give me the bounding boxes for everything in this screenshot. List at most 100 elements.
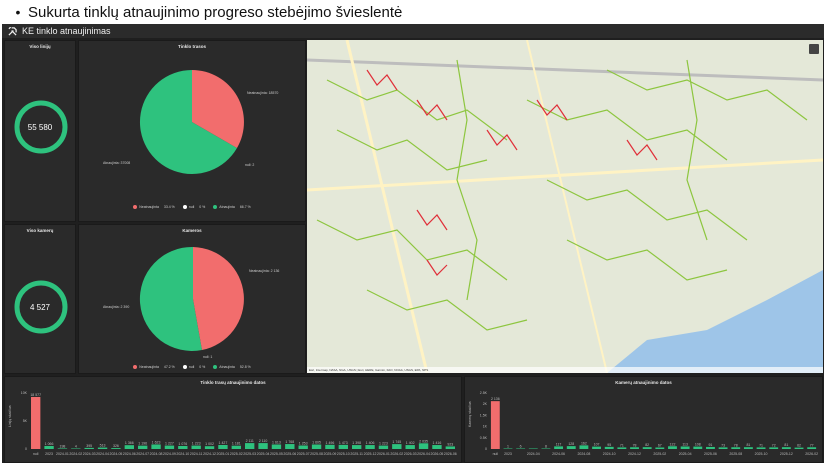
camera-bar[interactable]: [743, 447, 753, 449]
camera-value-label: 81: [746, 443, 750, 447]
tools-icon: [8, 26, 17, 36]
line-value-label: 1 605: [312, 441, 321, 445]
camera-bar[interactable]: [630, 447, 639, 449]
camera-value-label: 77: [810, 443, 814, 447]
camera-bar[interactable]: [566, 446, 576, 449]
camera-bar[interactable]: [807, 447, 817, 449]
legend-item[interactable]: Neatnaujinta 47.2 %: [133, 365, 175, 369]
line-value-label: 1 406: [366, 441, 375, 445]
line-bar[interactable]: [31, 396, 41, 449]
line-bar[interactable]: [191, 445, 201, 449]
line-bar[interactable]: [178, 445, 188, 449]
network-pie-title: Tinklo trasos: [178, 44, 206, 49]
camera-bar[interactable]: [617, 447, 627, 449]
camera-pie-chart: [139, 246, 244, 351]
line-bar[interactable]: [138, 445, 148, 449]
line-bar[interactable]: [271, 444, 282, 449]
line-bar[interactable]: [151, 444, 161, 449]
line-bar[interactable]: [338, 444, 348, 449]
legend-item[interactable]: null 0 %: [182, 205, 205, 209]
camera-value-label: 95: [607, 443, 611, 447]
camera-bar[interactable]: [490, 401, 500, 449]
camera-bar[interactable]: [592, 446, 601, 449]
line-category-label: 2025-09: [324, 452, 337, 456]
legend-item[interactable]: null 0 %: [182, 365, 205, 369]
line-category-label: 2025-07: [297, 452, 310, 456]
line-bar[interactable]: [285, 444, 295, 449]
camera-label-renewed: Atnaujinta: 2 390: [103, 305, 130, 309]
line-bar[interactable]: [218, 445, 228, 449]
line-bar[interactable]: [352, 445, 362, 449]
line-category-label: 2026-05: [431, 452, 444, 456]
map-canvas[interactable]: [307, 40, 823, 373]
camera-bar[interactable]: [541, 448, 551, 450]
camera-category-label: 2024-12: [628, 452, 641, 456]
line-bar[interactable]: [57, 448, 68, 449]
camera-bar[interactable]: [655, 447, 665, 449]
camera-bar[interactable]: [528, 448, 538, 450]
line-bar[interactable]: [111, 448, 121, 449]
line-bar[interactable]: [365, 445, 375, 449]
line-bar[interactable]: [298, 445, 308, 449]
line-bar[interactable]: [71, 448, 81, 450]
line-bar[interactable]: [245, 443, 255, 449]
line-bar[interactable]: [97, 447, 108, 449]
camera-bar[interactable]: [604, 446, 614, 449]
camera-pie-panel: Kameros Neatnaujinta: 2 136 Atnaujinta: …: [78, 224, 306, 374]
line-category-label: 2024-01: [56, 452, 69, 456]
line-value-label: 1 223: [192, 442, 201, 446]
legend-item[interactable]: Neatnaujinta 33.4 %: [133, 205, 175, 209]
camera-bar[interactable]: [554, 446, 564, 449]
camera-bar[interactable]: [731, 447, 741, 449]
line-value-label: 1 473: [339, 441, 348, 445]
camera-legend: Neatnaujinta 47.2 % null 0 % Atnaujinta …: [79, 365, 305, 369]
slide-title-text: Sukurta tinklų atnaujinimo progreso steb…: [28, 3, 403, 21]
line-value-label: 1 253: [299, 441, 308, 445]
line-bar[interactable]: [392, 444, 402, 449]
camera-bar[interactable]: [756, 447, 766, 449]
line-category-label: 2025-02: [230, 452, 243, 456]
camera-bar[interactable]: [516, 448, 526, 450]
camera-pie-title: Kameros: [182, 228, 202, 233]
line-bar[interactable]: [325, 444, 335, 449]
lines-total-title: Viso linijų: [29, 44, 51, 49]
line-value-label: 1 496: [326, 441, 335, 445]
camera-bar[interactable]: [668, 446, 677, 449]
line-value-label: 1 613: [272, 440, 281, 444]
camera-bar[interactable]: [579, 445, 589, 449]
camera-bar[interactable]: [769, 447, 779, 449]
line-bar[interactable]: [378, 445, 389, 449]
network-map[interactable]: Esri, Intermap, NASA, NGA, USGS | Esri, …: [307, 40, 823, 373]
camera-bar[interactable]: [642, 447, 652, 449]
camera-bar[interactable]: [693, 446, 703, 449]
camera-bar[interactable]: [503, 448, 513, 450]
camera-bar[interactable]: [781, 447, 791, 449]
line-value-label: 1 427: [219, 441, 228, 445]
line-bar[interactable]: [84, 447, 94, 449]
line-bar[interactable]: [445, 446, 455, 449]
line-category-label: 2024-08: [150, 452, 163, 456]
line-bar[interactable]: [124, 445, 134, 449]
legend-item[interactable]: Atnaujinta 52.8 %: [213, 365, 251, 369]
line-bar[interactable]: [311, 444, 322, 449]
line-bar[interactable]: [44, 446, 54, 449]
camera-value-label: 107: [594, 443, 600, 447]
camera-pie-slice-not-renewed: [193, 247, 244, 350]
camera-category-label: 2024-08: [577, 452, 590, 456]
line-bars-panel: Tinklo trasų atnaujinimo datos Linijų sk…: [4, 376, 462, 463]
camera-bar[interactable]: [680, 446, 690, 449]
camera-bar[interactable]: [718, 447, 728, 449]
line-bar[interactable]: [164, 445, 175, 449]
line-bar[interactable]: [432, 445, 442, 449]
camera-bar[interactable]: [706, 446, 715, 449]
line-bar[interactable]: [418, 443, 429, 449]
camera-bar[interactable]: [794, 447, 804, 449]
line-bar[interactable]: [405, 445, 415, 449]
map-menu-button[interactable]: [809, 44, 819, 54]
legend-item[interactable]: Atnaujinta 66.7 %: [213, 205, 251, 209]
line-bar[interactable]: [258, 443, 268, 449]
line-bar[interactable]: [204, 446, 215, 449]
line-category-label: 2024-11: [190, 452, 203, 456]
camera-category-label: 2025-10: [755, 452, 768, 456]
line-bar[interactable]: [231, 445, 241, 449]
